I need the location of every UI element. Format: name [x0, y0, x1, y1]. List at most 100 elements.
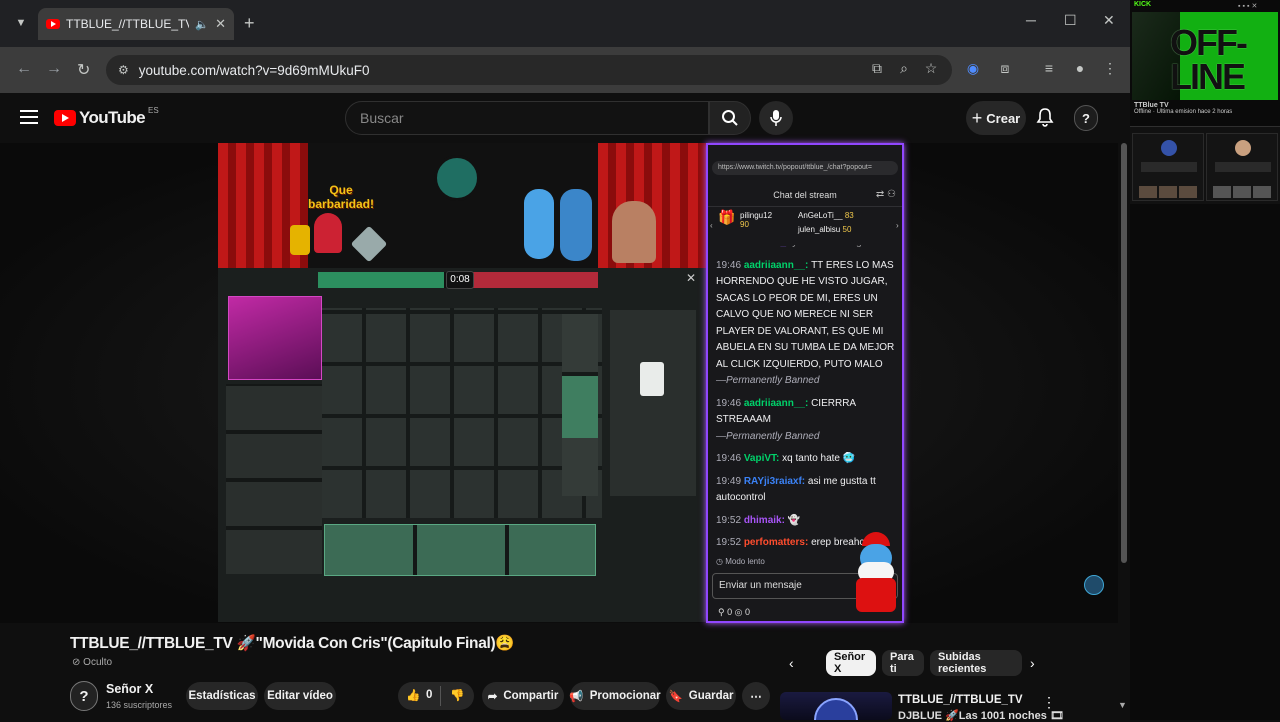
- kick-stream-name: TTBlue TV: [1134, 102, 1169, 109]
- chip-channel[interactable]: Señor X: [826, 650, 876, 676]
- chat-text: TT ERES LO MAS HORRENDO QUE HE VISTO JUG…: [716, 259, 895, 370]
- dislike-button[interactable]: 👎: [450, 688, 464, 702]
- chip-recent[interactable]: Subidas recientes: [930, 650, 1022, 676]
- page-scrollbar[interactable]: [1119, 143, 1129, 720]
- subscriber-count: 136 suscriptores: [106, 700, 173, 710]
- chat-header: Chat del stream ⇄ ⚇: [708, 183, 902, 207]
- chat-username[interactable]: dhimaik:: [744, 515, 788, 526]
- chat-timestamp: 19:52: [716, 537, 744, 548]
- youtube-logo[interactable]: YouTube ES: [54, 106, 159, 128]
- gift-leaderboard: 🎁 pilingu12 90 AnGeLoTi__ 83 julen_albisu…: [710, 209, 899, 243]
- like-button[interactable]: 👍: [406, 688, 420, 702]
- extensions-puzzle-icon[interactable]: ⧈: [995, 60, 1015, 77]
- site-info-icon[interactable]: ⚙: [118, 63, 129, 77]
- guide-menu-icon[interactable]: [20, 110, 38, 124]
- channel-name[interactable]: Señor X: [106, 682, 153, 696]
- create-label: Crear: [986, 110, 1021, 126]
- scrollbar-thumb[interactable]: [1121, 143, 1127, 563]
- voice-search-button[interactable]: [759, 101, 793, 135]
- install-app-icon[interactable]: ⧉: [867, 60, 887, 77]
- zoom-icon[interactable]: ⌕: [894, 60, 914, 77]
- video-title: TTBLUE_//TTBLUE_TV 🚀"Movida Con Cris"(Ca…: [70, 635, 515, 652]
- gifts-prev-icon[interactable]: ‹: [710, 221, 713, 230]
- media-control-icon[interactable]: ≡: [1039, 60, 1059, 76]
- scroll-down-arrow-icon[interactable]: ▼: [1118, 700, 1127, 710]
- bookmark-icon: 🔖: [668, 691, 683, 703]
- chat-username[interactable]: VapiVT:: [744, 453, 782, 464]
- gift-user-1: pilingu12 90: [740, 211, 773, 229]
- create-button[interactable]: + Crear: [966, 101, 1026, 135]
- search-button[interactable]: [709, 101, 751, 135]
- kick-mini-window: [1130, 126, 1280, 204]
- mini-card-1[interactable]: [1132, 133, 1204, 201]
- chat-username[interactable]: RAYji3raiaxf:: [744, 476, 808, 487]
- account-avatar[interactable]: ?: [1074, 105, 1098, 131]
- chat-ban-notice: —Permanently Banned: [716, 375, 820, 386]
- character-zoidberg: [314, 213, 342, 253]
- chat-username[interactable]: perfomatters:: [744, 537, 811, 548]
- gifts-next-icon[interactable]: ›: [896, 221, 899, 230]
- chat-header-icons[interactable]: ⇄ ⚇: [876, 183, 896, 207]
- close-window-icon[interactable]: ✕: [1103, 12, 1115, 29]
- promote-button[interactable]: 📢 Promocionar: [569, 682, 661, 710]
- share-arrow-icon: ➦: [487, 691, 498, 703]
- round-timer: 0:08: [446, 271, 474, 289]
- like-count: 0: [426, 689, 433, 701]
- forward-arrow-icon[interactable]: →: [46, 60, 62, 78]
- profile-avatar-icon[interactable]: ●: [1070, 60, 1090, 76]
- chips-next-arrow-icon[interactable]: ›: [1030, 655, 1035, 671]
- recommended-title[interactable]: TTBLUE_//TTBLUE_TV: [898, 694, 1023, 706]
- maximize-icon[interactable]: ☐: [1064, 12, 1077, 29]
- stats-button[interactable]: Estadísticas: [186, 682, 258, 710]
- chips-prev-arrow-icon[interactable]: ‹: [789, 655, 794, 671]
- more-actions-icon[interactable]: ⋯: [742, 682, 770, 710]
- chat-username[interactable]: aadriiaann__:: [744, 260, 811, 271]
- kick-stream-sub: Offline · Ultima emision hace 2 horas: [1134, 109, 1233, 115]
- tab-search-button[interactable]: ▼: [10, 12, 32, 34]
- tab-close-icon[interactable]: ✕: [215, 16, 226, 32]
- microphone-icon: [770, 110, 782, 126]
- channel-points[interactable]: ⚲ 0 ◎ 0: [718, 607, 750, 618]
- buy-menu-close-icon: ✕: [686, 271, 697, 285]
- bookmark-star-icon[interactable]: ☆: [921, 60, 941, 77]
- kick-window-controls[interactable]: ▪▪▪✕: [1238, 2, 1259, 10]
- gift-user-2: AnGeLoTi__ 83: [798, 211, 854, 220]
- megaphone-icon: 📢: [569, 691, 584, 703]
- chat-timestamp: 19:52: [716, 514, 744, 526]
- extension-wave-icon[interactable]: ◉: [963, 60, 983, 77]
- back-arrow-icon[interactable]: ←: [16, 60, 32, 78]
- browser-menu-icon[interactable]: ⋮: [1100, 60, 1120, 77]
- tab-audio-icon[interactable]: 🔈: [195, 18, 209, 31]
- recommended-more-icon[interactable]: ⋮: [1042, 694, 1056, 711]
- chat-text: xq tanto hate 🥶: [782, 453, 856, 464]
- search-input[interactable]: Buscar: [345, 101, 709, 135]
- kick-offline-thumbnail[interactable]: OFF-LINE: [1132, 12, 1278, 100]
- chat-message: 19:46 aadriiaann__: CIERRRA STREAAAM —Per…: [716, 396, 896, 446]
- santa-smurf-sticker: [848, 532, 902, 616]
- chat-username[interactable]: aadriiaann__:: [744, 398, 811, 409]
- chat-username[interactable]: mikel01_:: [744, 245, 792, 248]
- new-tab-button[interactable]: +: [244, 13, 255, 34]
- team-loadout-list: [226, 384, 322, 574]
- share-button[interactable]: ➦ Compartir: [482, 682, 564, 710]
- save-button[interactable]: 🔖 Guardar: [666, 682, 736, 710]
- mini-card-2[interactable]: [1206, 133, 1278, 201]
- address-bar[interactable]: ⚙ youtube.com/watch?v=9d69mMUkuF0: [106, 55, 952, 85]
- chat-popout-url: https://www.twitch.tv/popout/ttblue_/cha…: [712, 161, 898, 175]
- minimize-icon[interactable]: ─: [1026, 12, 1036, 28]
- browser-tab-active[interactable]: TTBLUE_//TTBLUE_TV 🚀"M 🔈 ✕: [38, 8, 234, 40]
- channel-avatar[interactable]: ?: [70, 681, 98, 711]
- notifications-bell-icon[interactable]: [1036, 107, 1054, 132]
- chip-for-you[interactable]: Para ti: [882, 650, 924, 676]
- streamer-webcam: [228, 296, 322, 380]
- gift-user-3: julen_albisu 50: [798, 225, 852, 234]
- recommended-thumbnail[interactable]: [780, 692, 892, 720]
- chat-message: 19:46 mikel01_: ya no sois amigos?: [716, 245, 896, 252]
- edit-video-button[interactable]: Editar vídeo: [264, 682, 336, 710]
- chat-message-list: 19:46 mikel01_: ya no sois amigos? 19:46 …: [708, 245, 902, 553]
- scene-caption: Que barbaridad!: [307, 183, 374, 211]
- search-icon: [722, 110, 738, 126]
- search-placeholder: Buscar: [360, 110, 404, 126]
- youtube-favicon-icon: [46, 19, 60, 29]
- reload-icon[interactable]: ↻: [77, 60, 90, 80]
